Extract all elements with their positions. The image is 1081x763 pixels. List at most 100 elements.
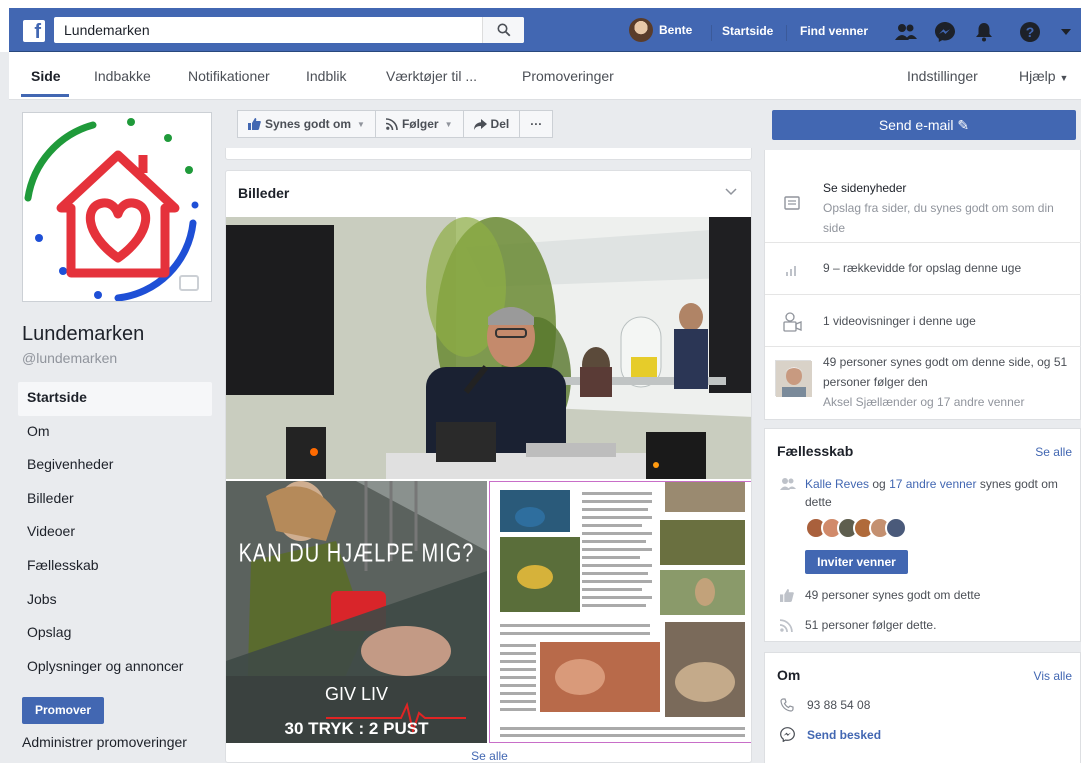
left-column: Lundemarken @lundemarken Startside Om Be… [9,100,221,763]
nav-item-home[interactable]: Startside [18,382,212,416]
more-icon: ··· [530,117,543,131]
phone-icon [780,698,794,712]
profile-link[interactable]: Bente [629,18,692,42]
svg-text:?: ? [1026,24,1035,40]
friends-icon [895,24,917,40]
tab-inbox[interactable]: Indbakke [94,68,151,84]
divider [765,242,1081,243]
messenger-icon [935,22,955,42]
page-tabs: Side Indbakke Notifikationer Indblik Vær… [9,52,1081,100]
follow-label: Følger [401,117,439,131]
pencil-icon: ✎ [957,117,970,133]
messenger-button[interactable] [934,21,956,43]
search-box [54,17,524,43]
tab-page[interactable]: Side [31,68,61,84]
caret-down-icon: ▼ [444,119,453,129]
friend-requests-button[interactable] [895,21,917,43]
profile-picture[interactable] [22,112,212,302]
page-stats-card: Se sidenyheder Opslag fra sider, du syne… [764,150,1081,420]
nav-item-events[interactable]: Begivenheder [18,449,212,483]
page-news-description: Opslag fra sider, du synes godt om som d… [823,201,1054,235]
friend-avatar [775,360,812,397]
blue-navigation-bar: f Bente Startside Find venner ? [9,8,1081,52]
thumbs-up-icon [248,118,261,130]
nav-item-about[interactable]: Om [18,416,212,450]
about-title: Om [777,667,801,683]
community-title: Fællesskab [777,443,854,459]
tab-publishing-tools[interactable]: Værktøjer til ... [386,68,477,84]
follow-button[interactable]: Følger ▼ [374,110,464,138]
page-handle: @lundemarken [22,350,118,366]
search-input[interactable] [54,17,484,43]
rss-icon [385,118,398,130]
chevron-down-icon[interactable] [725,185,737,197]
phone-number: 93 88 54 08 [807,698,871,712]
about-card: Om Vis alle 93 88 54 08 Send besked [764,652,1081,763]
photos-section-title: Billeder [238,185,290,201]
likes-follows-text: 49 personer synes godt om denne side, og… [823,355,1068,389]
photo-man-singing-image [226,217,751,479]
photo-newsletter-collage[interactable] [489,481,751,743]
nav-item-jobs[interactable]: Jobs [18,584,212,618]
invite-friends-button[interactable]: Inviter venner [805,550,908,574]
follows-count-text: 51 personer følger dette. [805,618,937,632]
send-email-label: Send e-mail [878,117,954,133]
send-message-link[interactable]: Send besked [807,728,881,742]
find-friends-link[interactable]: Find venner [800,24,868,38]
more-options-button[interactable]: ··· [519,110,554,138]
other-friends-link[interactable]: 17 andre venner [889,477,976,491]
tab-promotions[interactable]: Promoveringer [522,68,614,84]
reach-text: 9 – rækkevidde for opslag denne uge [823,261,1022,275]
help-button[interactable]: ? [1019,21,1041,43]
about-see-all-link[interactable]: Vis alle [1034,669,1072,683]
divider [765,294,1081,295]
community-see-all-link[interactable]: Se alle [1035,445,1072,459]
manage-promotions-link[interactable]: Administrer promoveringer [22,734,187,750]
avatar [629,18,653,42]
account-menu-button[interactable] [1055,21,1077,43]
photos-see-all-link[interactable]: Se alle [226,749,751,762]
send-email-button[interactable]: Send e-mail ✎ [772,110,1076,140]
photo-cpr-poster[interactable]: KAN DU HJÆLPE MIG? GIV LIV 30 TRYK : 2 P… [226,481,487,743]
home-link[interactable]: Startside [722,24,773,38]
tab-insights[interactable]: Indblik [306,68,346,84]
nav-item-info-and-ads[interactable]: Oplysninger og annoncer [18,651,212,685]
facebook-logo-icon[interactable]: f [23,20,45,42]
video-views-text: 1 videovisninger i denne uge [823,314,976,328]
page-name: Lundemarken [22,323,145,345]
friend-and: og [872,477,886,491]
promote-button[interactable]: Promover [22,697,104,724]
search-button[interactable] [482,17,524,43]
avatar[interactable] [885,517,907,539]
friend-avatar-image [776,361,812,397]
page-news-title: Se sidenyheder [823,181,907,195]
share-arrow-icon [473,118,487,130]
tab-help[interactable]: Hjælp ▼ [1019,68,1068,84]
bar-chart-icon [786,266,796,276]
share-button[interactable]: Del [462,110,521,138]
camera-icon[interactable] [179,275,199,291]
page-action-bar: Synes godt om ▼ Følger ▼ Del ··· [237,110,577,138]
like-page-button[interactable]: Synes godt om ▼ [237,110,376,138]
help-label: Hjælp [1019,68,1056,84]
search-icon [497,23,510,37]
caret-down-icon [1061,29,1071,35]
video-views-icon [783,312,802,332]
tab-notifications[interactable]: Notifikationer [188,68,270,84]
friend-name-link[interactable]: Kalle Reves [805,477,869,491]
top-bar: f Bente Startside Find venner ? [0,0,1081,52]
photo-man-singing[interactable] [226,217,751,479]
friend-avatars [805,517,907,539]
tab-settings[interactable]: Indstillinger [907,68,978,84]
card-bottom-edge [225,148,752,160]
divider [765,346,1081,347]
nav-item-videos[interactable]: Videoer [18,516,212,550]
nav-item-posts[interactable]: Opslag [18,617,212,651]
thumbs-up-icon [780,589,794,602]
poster-headline: KAN DU HJÆLPE MIG? [238,539,475,569]
notifications-button[interactable] [973,21,995,43]
friend-likes-text: Kalle Reves og 17 andre venner synes god… [805,475,1075,511]
nav-item-community[interactable]: Fællesskab [18,550,212,584]
nav-item-photos[interactable]: Billeder [18,483,212,517]
question-icon: ? [1020,22,1040,42]
